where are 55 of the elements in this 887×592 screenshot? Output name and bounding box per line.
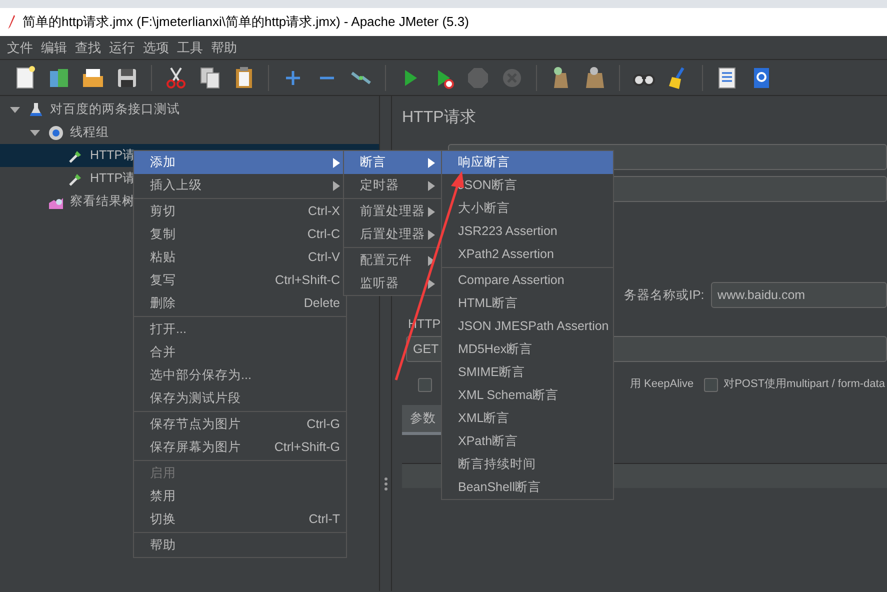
- checkbox-label: 对POST使用multipart / form-data: [724, 377, 885, 392]
- tree-label: 线程组: [70, 124, 109, 142]
- menu-item-label: 前置处理器: [360, 203, 426, 220]
- tree-label: HTTP请: [90, 147, 136, 164]
- panel-title: HTTP请求: [402, 108, 477, 128]
- menu-item-label: 监听器: [360, 275, 400, 292]
- tree-label: 察看结果树: [70, 193, 135, 210]
- menu-item-label: XPath断言: [458, 433, 520, 450]
- menu-item-label: 禁用: [150, 488, 177, 506]
- menu-item-label: 启用: [150, 465, 177, 482]
- shortcut-label: Ctrl-T: [308, 511, 340, 528]
- menu-item-label: 后置处理器: [360, 226, 426, 244]
- menu-item-label: 复写: [150, 272, 177, 290]
- menu-item-label: 断言: [360, 154, 387, 172]
- tree-label: 对百度的两条接口测试: [50, 101, 180, 118]
- shortcut-label: Delete: [304, 295, 340, 312]
- menu-item-label: XML Schema断言: [458, 387, 560, 404]
- shortcut-label: Ctrl-C: [307, 226, 340, 244]
- menu-item-label: 响应断言: [458, 154, 511, 172]
- menu-item-label: 切换: [150, 511, 177, 528]
- menu-item-label: JSON JMESPath Assertion: [458, 318, 609, 336]
- menu-item-label: XML断言: [458, 410, 511, 428]
- shortcut-label: Ctrl-G: [306, 416, 340, 434]
- menu-item-label: 复制: [150, 226, 177, 244]
- menu-item-label: HTML断言: [458, 295, 520, 312]
- menu-item-label: 帮助: [150, 537, 177, 554]
- window-title: 简单的http请求.jmx (F:\jmeterlianxi\简单的http请求.jmx) - Apache JMeter (5.3): [22, 13, 469, 32]
- menu-item-label: 粘贴: [150, 249, 177, 266]
- checkbox-label: 用 KeepAlive: [630, 377, 694, 392]
- menu-item-label: 断言持续时间: [458, 456, 537, 474]
- menu-item-label: 合并: [150, 344, 177, 362]
- menu-item-label: Compare Assertion: [458, 272, 566, 290]
- menu-item-label: 选中部分保存为...: [150, 367, 252, 384]
- menu-item-label: 插入上级: [150, 177, 203, 194]
- shortcut-label: Ctrl+Shift-C: [275, 272, 340, 290]
- shortcut-label: Ctrl-X: [308, 203, 340, 220]
- shortcut-label: Ctrl+Shift-G: [274, 439, 340, 456]
- menu-item-label: 大小断言: [458, 200, 511, 218]
- menu-item-label: 删除: [150, 295, 177, 312]
- menu-item-label: 保存节点为图片: [150, 416, 242, 434]
- shortcut-label: Ctrl-V: [308, 249, 340, 266]
- menu-item-label: 保存为测试片段: [150, 390, 242, 408]
- menu-item-label: 定时器: [360, 177, 400, 194]
- menu-item-label: SMIME断言: [458, 364, 526, 382]
- menu-item-label: 打开...: [150, 321, 188, 338]
- menu-item-label: 保存屏幕为图片: [150, 439, 242, 456]
- tree-label: HTTP请: [90, 170, 136, 188]
- menu-item-label: BeanShell断言: [458, 479, 542, 496]
- menu-item-label: MD5Hex断言: [458, 341, 534, 358]
- menu-item-label: JSR223 Assertion: [458, 223, 558, 240]
- menu-item-label: 剪切: [150, 203, 177, 220]
- menu-item-label: 配置元件: [360, 252, 413, 270]
- menu-item-label: 添加: [150, 154, 177, 172]
- menu-item-label: XPath2 Assertion: [458, 246, 555, 264]
- field-label: 务器名称或IP:: [624, 286, 704, 304]
